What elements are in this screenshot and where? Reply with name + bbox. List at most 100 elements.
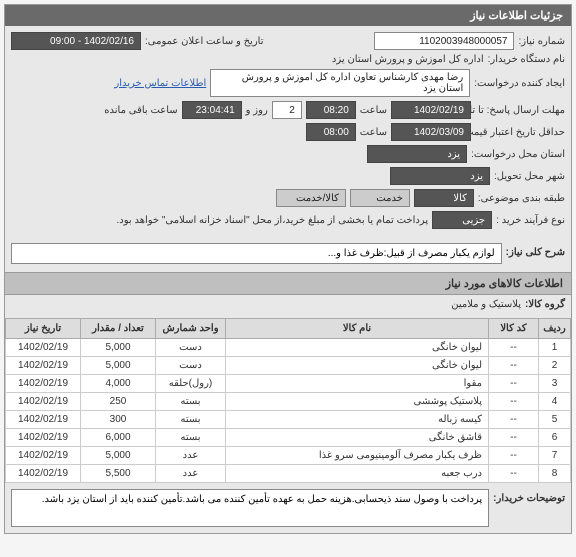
table-cell: -- [489, 375, 539, 393]
table-cell: (رول)حلقه [156, 375, 226, 393]
table-cell: 1402/02/19 [6, 465, 81, 483]
table-cell: لیوان خانگی [226, 339, 489, 357]
group-value: پلاستیک و ملامین [451, 299, 521, 310]
table-header: تعداد / مقدار [81, 319, 156, 339]
table-header: نام کالا [226, 319, 489, 339]
buyer-value: اداره کل اموزش و پرورش استان یزد [332, 54, 484, 65]
purchase-note: پرداخت تمام یا بخشی از مبلغ خرید،از محل … [117, 215, 429, 226]
table-cell: دست [156, 339, 226, 357]
need-no-label: شماره نیاز: [518, 36, 565, 47]
table-cell: 7 [539, 447, 571, 465]
table-header: ردیف [539, 319, 571, 339]
panel-title: جزئیات اطلاعات نیاز [5, 5, 571, 26]
table-row: 5--کیسه زبالهبسته3001402/02/19 [6, 411, 571, 429]
table-cell: -- [489, 447, 539, 465]
table-row: 3--مقوا(رول)حلقه4,0001402/02/19 [6, 375, 571, 393]
announce-value: 1402/02/16 - 09:00 [11, 32, 141, 50]
goods-header: اطلاعات کالاهای مورد نیاز [5, 272, 571, 295]
table-header: کد کالا [489, 319, 539, 339]
table-cell: قاشق خانگی [226, 429, 489, 447]
creator-label: ایجاد کننده درخواست: [474, 78, 565, 89]
table-cell: 1402/02/19 [6, 357, 81, 375]
table-cell: 1402/02/19 [6, 411, 81, 429]
table-cell: 5,000 [81, 339, 156, 357]
table-cell: بسته [156, 411, 226, 429]
table-row: 7--ظرف یکبار مصرف آلومینیومی سرو غذاعدد5… [6, 447, 571, 465]
need-no: 1102003948000057 [374, 32, 514, 50]
table-cell: عدد [156, 465, 226, 483]
table-cell: ظرف یکبار مصرف آلومینیومی سرو غذا [226, 447, 489, 465]
time-label-2: ساعت [360, 127, 387, 138]
table-cell: 4,000 [81, 375, 156, 393]
table-cell: 4 [539, 393, 571, 411]
form-section: شماره نیاز: 1102003948000057 تاریخ و ساع… [5, 26, 571, 239]
days-value: 2 [272, 101, 302, 119]
table-cell: 1 [539, 339, 571, 357]
validity-date: 1402/03/09 [391, 123, 471, 141]
creator-value: رضا مهدی کارشناس تعاون اداره کل اموزش و … [210, 69, 470, 97]
table-cell: 8 [539, 465, 571, 483]
table-cell: -- [489, 411, 539, 429]
table-cell: 1402/02/19 [6, 429, 81, 447]
table-cell: -- [489, 339, 539, 357]
validity-label: حداقل تاریخ اعتبار قیمت: تا تاریخ: [475, 127, 565, 138]
table-cell: لیوان خانگی [226, 357, 489, 375]
table-cell: 6,000 [81, 429, 156, 447]
cat-label: طبقه بندی موضوعی: [478, 193, 565, 204]
days-label: روز و [246, 105, 268, 116]
table-cell: 5,000 [81, 447, 156, 465]
loc-label: شهر محل تحویل: [494, 171, 565, 182]
details-panel: جزئیات اطلاعات نیاز شماره نیاز: 11020039… [4, 4, 572, 534]
req-city-label: استان محل درخواست: [471, 149, 565, 160]
deadline-label: مهلت ارسال پاسخ: تا تاریخ: [475, 105, 565, 116]
purchase-label: نوع فرآیند خرید : [496, 215, 565, 226]
remain-label: ساعت باقی مانده [104, 105, 177, 116]
table-cell: -- [489, 465, 539, 483]
table-cell: 3 [539, 375, 571, 393]
table-cell: درب جعبه [226, 465, 489, 483]
table-cell: -- [489, 429, 539, 447]
table-cell: مقوا [226, 375, 489, 393]
table-cell: 6 [539, 429, 571, 447]
table-cell: -- [489, 357, 539, 375]
contact-link[interactable]: اطلاعات تماس خریدار [114, 78, 206, 89]
table-cell: 1402/02/19 [6, 447, 81, 465]
table-row: 8--درب جعبهعدد5,5001402/02/19 [6, 465, 571, 483]
table-cell: بسته [156, 429, 226, 447]
goods-table: ردیفکد کالانام کالاواحد شمارشتعداد / مقد… [5, 318, 571, 483]
cat-value: کالا [414, 189, 474, 207]
table-cell: عدد [156, 447, 226, 465]
purchase-value: جزیی [432, 211, 492, 229]
table-cell: 2 [539, 357, 571, 375]
remain-time: 23:04:41 [182, 101, 242, 119]
table-cell: -- [489, 393, 539, 411]
table-cell: 1402/02/19 [6, 339, 81, 357]
req-city: یزد [367, 145, 467, 163]
goods-service-value: کالا/خدمت [276, 189, 346, 207]
table-cell: 1402/02/19 [6, 393, 81, 411]
table-cell: دست [156, 357, 226, 375]
desc-text: لوازم یکبار مصرف از قبیل:ظرف غذا و... [11, 243, 502, 264]
table-cell: 5,500 [81, 465, 156, 483]
table-header: تاریخ نیاز [6, 319, 81, 339]
loc-value: یزد [390, 167, 490, 185]
table-cell: بسته [156, 393, 226, 411]
table-cell: 5 [539, 411, 571, 429]
deadline-time: 08:20 [306, 101, 356, 119]
table-row: 2--لیوان خانگیدست5,0001402/02/19 [6, 357, 571, 375]
table-cell: پلاستیک پوششی [226, 393, 489, 411]
table-cell: 300 [81, 411, 156, 429]
buyer-notes-label: توضیحات خریدار: [493, 487, 565, 504]
table-cell: 1402/02/19 [6, 375, 81, 393]
time-label-1: ساعت [360, 105, 387, 116]
table-cell: 250 [81, 393, 156, 411]
service-value: خدمت [350, 189, 410, 207]
table-header: واحد شمارش [156, 319, 226, 339]
announce-label: تاریخ و ساعت اعلان عمومی: [145, 36, 264, 47]
table-cell: 5,000 [81, 357, 156, 375]
validity-time: 08:00 [306, 123, 356, 141]
desc-label: شرح کلی نیاز: [506, 241, 565, 258]
table-row: 1--لیوان خانگیدست5,0001402/02/19 [6, 339, 571, 357]
table-cell: کیسه زباله [226, 411, 489, 429]
group-label: گروه کالا: [525, 299, 565, 310]
